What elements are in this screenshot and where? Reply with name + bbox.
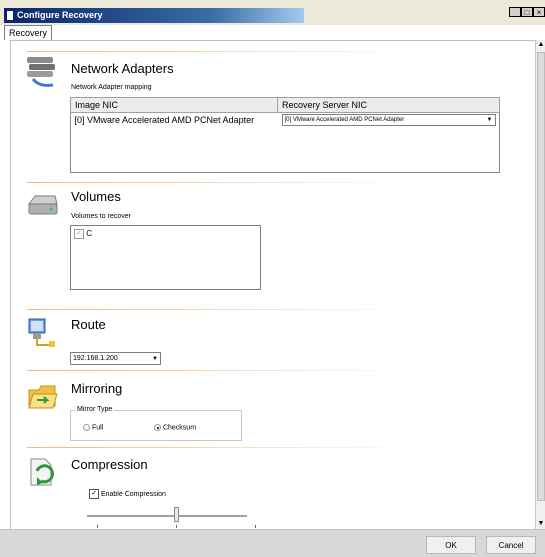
chevron-down-icon: ▼ — [150, 353, 160, 364]
window-icon — [7, 11, 13, 20]
mirroring-folder-icon — [28, 385, 58, 409]
volumes-label: Volumes to recover — [71, 213, 131, 220]
title-wrap: Configure Recovery — [4, 8, 537, 25]
compression-icon — [30, 458, 54, 486]
radio-full[interactable]: Full — [83, 424, 103, 431]
title-bar: Configure Recovery _ □ × — [0, 0, 545, 25]
slider-tick — [97, 525, 98, 528]
scroll-up-icon[interactable]: ▲ — [536, 40, 545, 50]
compression-slider-track[interactable] — [87, 515, 247, 518]
close-button[interactable]: × — [533, 7, 545, 17]
dialog-footer: OK Cancel — [0, 529, 545, 557]
compression-heading: Compression — [71, 457, 148, 472]
network-adapters-heading: Network Adapters — [71, 61, 174, 76]
radio-checksum[interactable]: Checksum — [154, 424, 196, 431]
recovery-nic-dropdown[interactable]: [0] VMware Accelerated AMD PCNet Adapter… — [281, 114, 496, 126]
slider-tick — [176, 525, 177, 528]
minimize-button[interactable]: _ — [509, 7, 521, 17]
radio-full-button[interactable] — [83, 424, 90, 431]
route-network-icon — [28, 318, 55, 347]
mirror-type-group: Mirror Type Full Checksum — [70, 406, 242, 441]
section-separator — [27, 309, 417, 310]
route-heading: Route — [71, 317, 106, 332]
image-nic-cell: [0] VMware Accelerated AMD PCNet Adapter — [74, 115, 255, 125]
recovery-nic-cell: [0] VMware Accelerated AMD PCNet Adapter… — [278, 113, 500, 128]
radio-checksum-label: Checksum — [162, 424, 197, 432]
vertical-scrollbar[interactable]: ▲ ▼ — [535, 40, 545, 529]
recovery-panel: Network Adapters Network Adapter mapping… — [10, 40, 536, 531]
section-separator — [27, 370, 417, 371]
scrollbar-thumb[interactable] — [537, 52, 545, 501]
volume-checkbox[interactable]: ✓ — [74, 229, 84, 239]
mirroring-heading: Mirroring — [71, 381, 123, 396]
mirror-type-label: Mirror Type — [75, 406, 115, 413]
window-title: Configure Recovery — [17, 10, 103, 20]
section-separator — [27, 51, 417, 52]
cancel-button[interactable]: Cancel — [486, 536, 536, 554]
column-recovery-nic: Recovery Server NIC — [277, 97, 500, 113]
ok-button[interactable]: OK — [426, 536, 476, 554]
enable-compression-label: Enable Compression — [100, 490, 166, 498]
volumes-heading: Volumes — [71, 189, 121, 204]
network-adapter-icon — [27, 57, 55, 87]
volumes-list: ✓ C — [70, 225, 261, 290]
nic-mapping-table: Image NIC Recovery Server NIC [0] VMware… — [70, 97, 500, 127]
network-mapping-label: Network Adapter mapping — [71, 84, 152, 91]
tab-recovery[interactable]: Recovery — [4, 25, 53, 40]
radio-full-label: Full — [91, 424, 104, 432]
chevron-down-icon: ▼ — [484, 115, 495, 125]
section-separator — [27, 447, 417, 448]
section-separator — [27, 182, 417, 183]
list-item[interactable]: ✓ C — [74, 229, 92, 239]
slider-tick — [255, 525, 256, 528]
enable-compression-option[interactable]: ✓ Enable Compression — [89, 489, 166, 499]
table-row: [0] VMware Accelerated AMD PCNet Adapter… — [71, 113, 500, 128]
enable-compression-checkbox[interactable]: ✓ — [89, 489, 99, 499]
volume-name: C — [86, 229, 93, 239]
maximize-button[interactable]: □ — [521, 7, 533, 17]
route-dropdown[interactable]: 192.168.1.200 ▼ — [70, 352, 161, 365]
hard-drive-icon — [28, 195, 58, 215]
compression-slider-thumb[interactable] — [174, 507, 179, 522]
recovery-nic-value: [0] VMware Accelerated AMD PCNet Adapter — [284, 117, 405, 123]
scroll-down-icon[interactable]: ▼ — [536, 519, 545, 529]
route-value: 192.168.1.200 — [73, 355, 118, 362]
column-image-nic: Image NIC — [70, 97, 278, 113]
title-gradient: Configure Recovery — [4, 8, 304, 23]
radio-checksum-button[interactable] — [154, 424, 161, 431]
